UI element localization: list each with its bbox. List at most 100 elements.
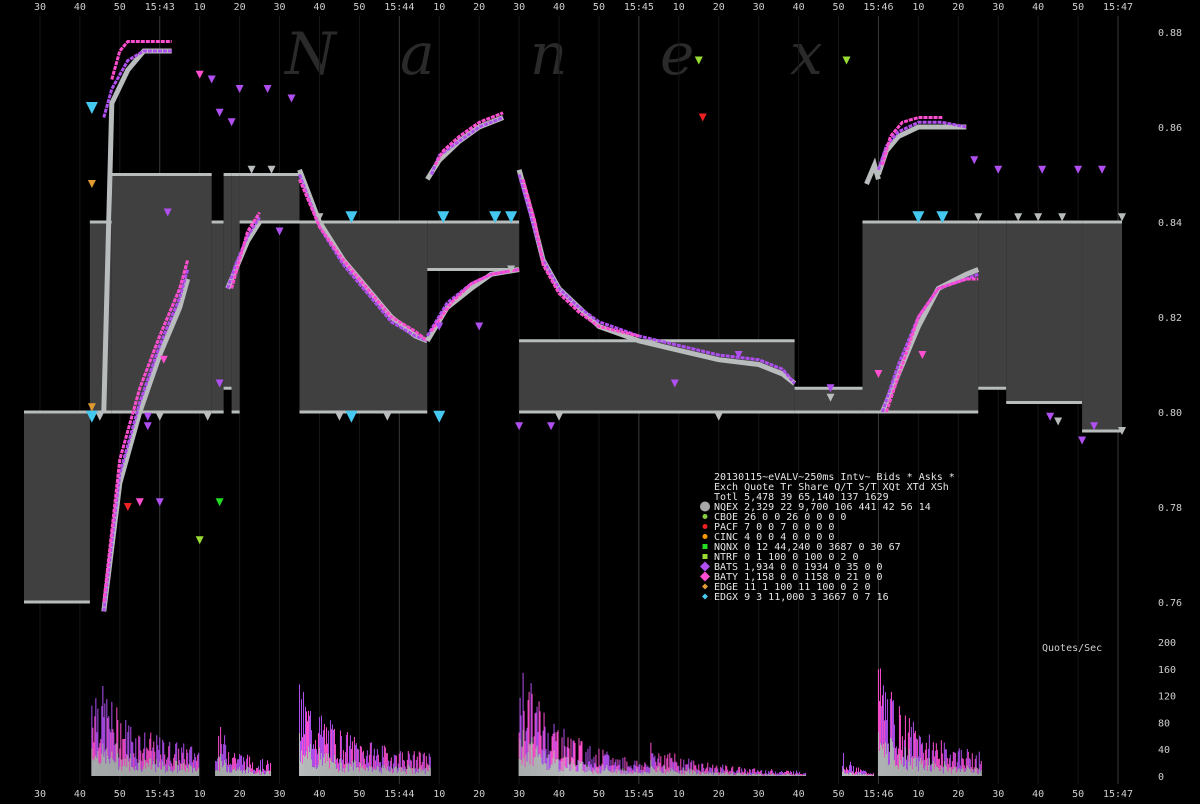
quote-point-bats	[547, 422, 556, 431]
x-tick-label-top: 10	[912, 2, 924, 13]
volume-y-tick-label: 200	[1158, 638, 1176, 649]
x-tick-label-top: 30	[34, 2, 46, 13]
marker-edge	[702, 583, 708, 590]
x-tick-label-bottom: 20	[473, 789, 485, 800]
x-tick-label-top: 30	[513, 2, 525, 13]
quote-point-ntrf	[694, 56, 703, 65]
quote-point-nqex	[974, 213, 983, 222]
x-tick-label-top: 40	[1032, 2, 1044, 13]
quote-point-ntrf	[195, 536, 204, 545]
quote-line-baty	[430, 268, 520, 333]
chart-canvas: Na n e x Quotes/Sec 200 160 120 80 40 0 0.88 0.86 0…	[23, 2, 1182, 800]
x-tick-label-bottom: 40	[74, 789, 86, 800]
volume-y-tick-label: 40	[1158, 745, 1170, 756]
quote-point-nqex	[155, 412, 164, 421]
quote-point-baty	[195, 70, 204, 79]
x-tick-label-bottom: 50	[353, 789, 365, 800]
marker-cinc	[702, 534, 708, 539]
x-tick-label-bottom: 10	[673, 789, 685, 800]
spread-block	[794, 388, 863, 412]
marker-bats	[700, 561, 710, 572]
spread-block	[1006, 222, 1083, 403]
spread-block	[239, 174, 300, 222]
spread-block	[23, 412, 90, 602]
x-tick-label-bottom: 40	[313, 789, 325, 800]
quote-point-bats	[970, 156, 979, 165]
quote-point-bats	[155, 498, 164, 507]
x-tick-label-top: 20	[234, 2, 246, 13]
quote-point-bats	[1098, 165, 1107, 174]
x-tick-label-bottom: 15:47	[1103, 789, 1133, 800]
x-tick-label-bottom: 40	[793, 789, 805, 800]
x-tick-label-top: 15:43	[145, 2, 175, 13]
quote-point-bats	[275, 227, 284, 236]
watermark-letter: x	[790, 20, 823, 88]
x-tick-label-top: 10	[673, 2, 685, 13]
x-tick-label-top: 20	[473, 2, 485, 13]
quote-point-bats	[235, 85, 244, 93]
quote-point-nqex	[1118, 213, 1127, 222]
quote-point-bats	[1038, 165, 1047, 174]
x-tick-label-top: 10	[194, 2, 206, 13]
quote-point-pacf	[123, 503, 132, 511]
quote-point-pacf	[698, 113, 707, 122]
y-tick-label: 0.82	[1158, 313, 1182, 324]
spread-block	[862, 222, 979, 412]
x-tick-label-top: 40	[313, 2, 325, 13]
x-tick-label-bottom: 50	[593, 789, 605, 800]
x-tick-label-bottom: 15:46	[863, 789, 893, 800]
volume-y-tick-label: 0	[1158, 772, 1164, 783]
quote-point-nqex	[203, 412, 212, 421]
quote-point-bats	[143, 412, 152, 421]
x-tick-label-bottom: 30	[753, 789, 765, 800]
x-tick-label-top: 50	[353, 2, 365, 13]
quote-point-edge	[87, 180, 96, 188]
spread-block	[231, 174, 240, 412]
x-tick-label-top: 15:47	[1103, 2, 1133, 13]
x-tick-label-top: 40	[793, 2, 805, 13]
quote-point-bats	[263, 85, 272, 93]
y-tick-label: 0.76	[1158, 598, 1182, 609]
quote-point-baty	[135, 498, 144, 507]
quote-point-bats	[1074, 165, 1083, 174]
x-tick-label-top: 40	[74, 2, 86, 13]
y-tick-label: 0.80	[1158, 408, 1182, 419]
x-tick-label-top: 50	[593, 2, 605, 13]
marker-ntrf	[702, 554, 708, 559]
quote-point-nqex	[1054, 417, 1063, 426]
quote-line-nqex	[425, 115, 505, 181]
x-tick-label-top: 10	[433, 2, 445, 13]
marker-nqnx	[702, 544, 708, 549]
x-tick-label-top: 50	[1072, 2, 1084, 13]
marker-edgx	[702, 593, 708, 600]
spread-block	[427, 222, 520, 270]
spread-block	[978, 222, 1007, 389]
quote-point-bats	[1046, 412, 1055, 421]
x-tick-label-top: 30	[992, 2, 1004, 13]
y-tick-label: 0.78	[1158, 503, 1182, 514]
quote-point-edgx	[433, 410, 446, 423]
x-tick-label-top: 20	[713, 2, 725, 13]
x-tick-label-bottom: 20	[713, 789, 725, 800]
quote-point-bats	[143, 422, 152, 431]
quote-line-bats	[429, 116, 504, 176]
x-tick-label-bottom: 50	[114, 789, 126, 800]
quote-point-nqex	[1058, 213, 1067, 222]
quote-point-bats	[215, 108, 224, 117]
x-tick-label-bottom: 50	[1072, 789, 1084, 800]
x-tick-label-bottom: 30	[992, 789, 1004, 800]
quote-point-ntrf	[842, 56, 851, 65]
quote-point-nqex	[1014, 213, 1023, 222]
quote-point-edgx	[345, 410, 358, 423]
quote-point-bats	[475, 322, 484, 331]
quote-point-nqex	[1034, 213, 1043, 222]
x-tick-label-bottom: 15:45	[624, 789, 654, 800]
quote-line-nqex	[425, 267, 520, 343]
watermark-letter: e	[660, 20, 694, 88]
x-tick-label-bottom: 15:43	[145, 789, 175, 800]
quote-point-nqex	[95, 412, 104, 421]
spread-block	[1082, 222, 1123, 431]
quote-point-nqex	[247, 165, 256, 174]
quote-point-bats	[207, 75, 216, 84]
volume-y-tick-label: 120	[1158, 692, 1176, 703]
